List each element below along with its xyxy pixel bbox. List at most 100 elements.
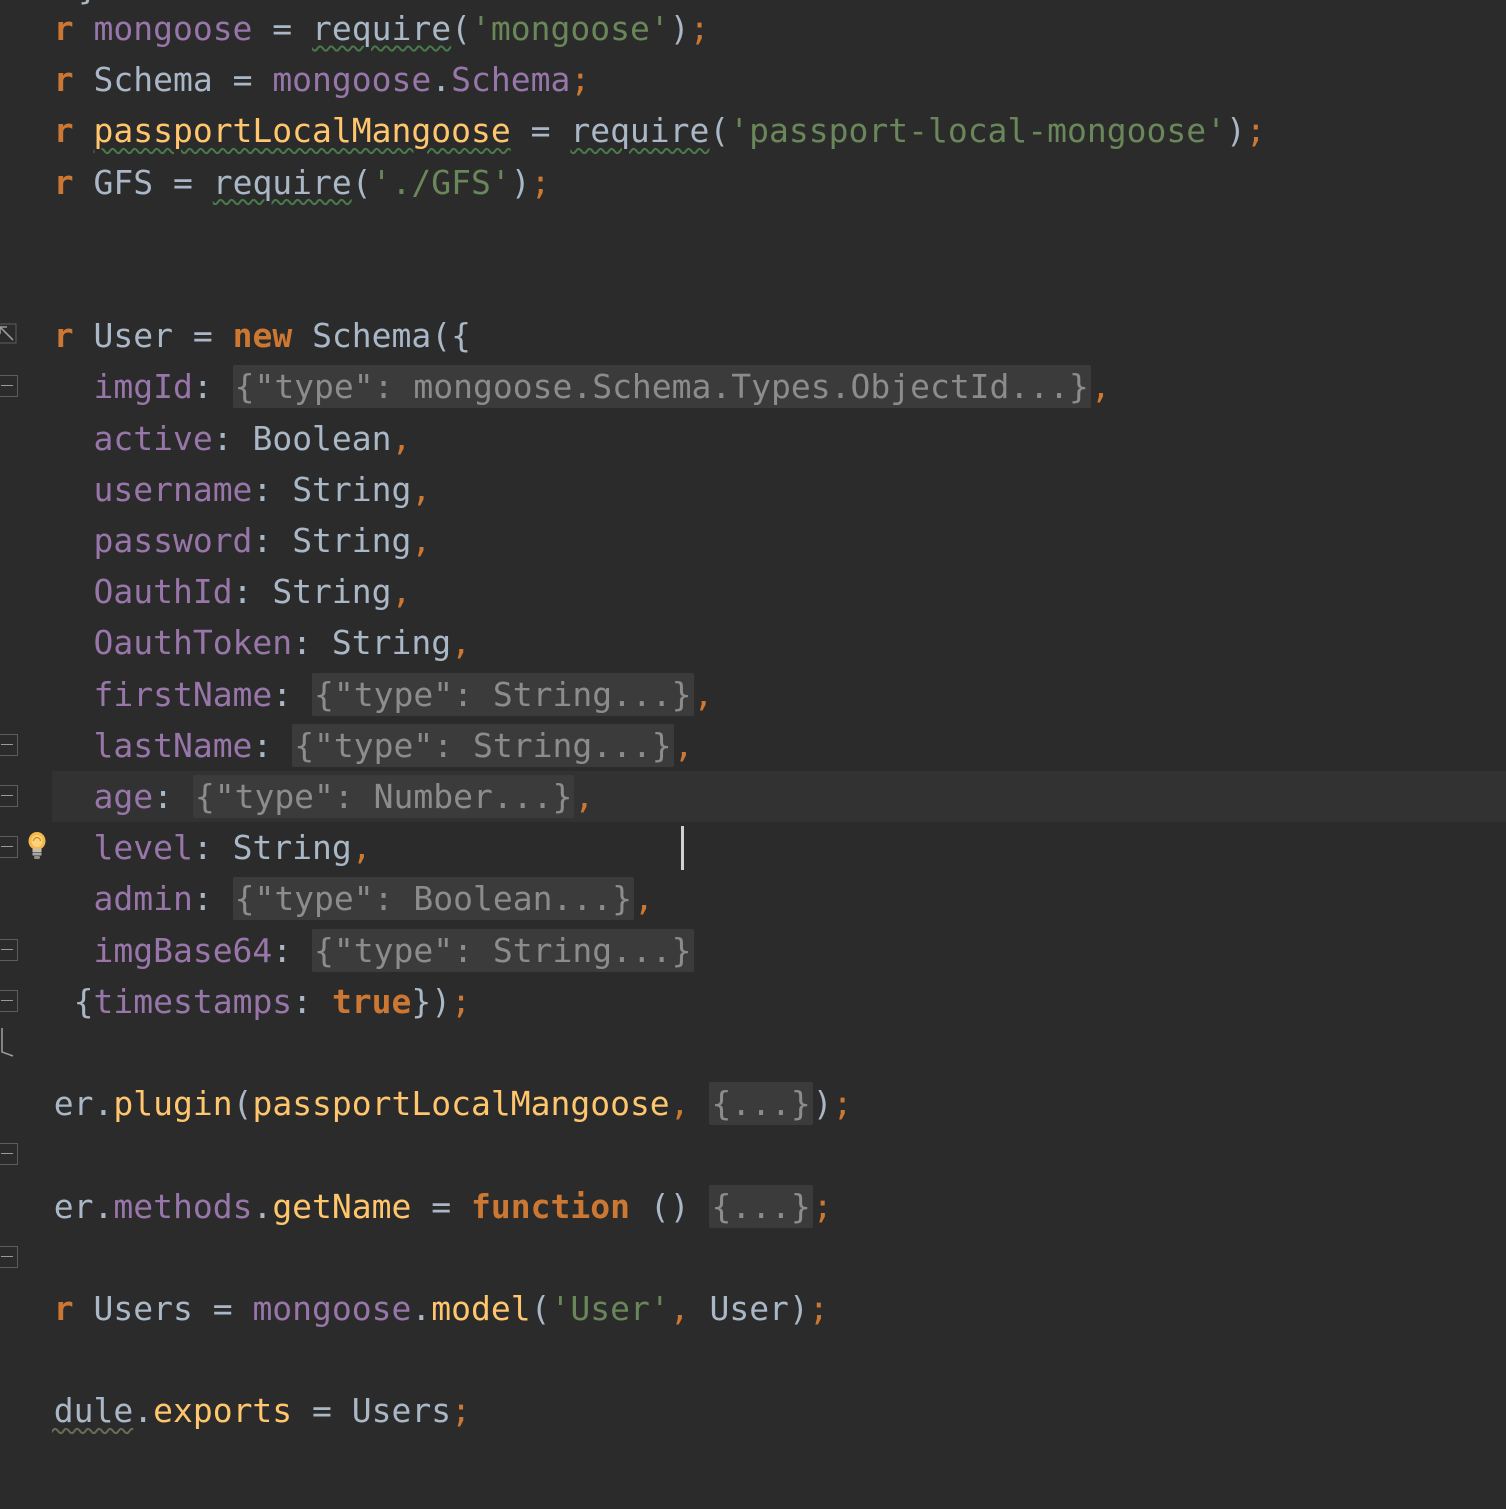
token-punct: [74, 111, 94, 150]
fold-region-end-icon[interactable]: [0, 1026, 17, 1057]
token-kw: function: [471, 1186, 630, 1226]
code-line-field-age[interactable]: age: {"type": Number...},: [0, 771, 1506, 822]
token-ident: require: [570, 111, 710, 151]
token-ident: Schema: [93, 60, 213, 100]
text-caret: [681, 826, 684, 871]
token-str: 'mongoose': [471, 9, 670, 48]
code-editor[interactable]: } var mongoose = require('mongoose');var…: [0, 0, 1506, 1509]
code-line-schema-close-timestamps[interactable]: }, {timestamps: true});: [0, 976, 1506, 1027]
token-kw: true: [331, 981, 412, 1021]
code-line-blank-6[interactable]: [0, 1334, 1506, 1385]
code-line-text: var GFS = require('./GFS');: [0, 157, 550, 208]
token-str: 'User': [550, 1289, 670, 1328]
code-line-field-imgbase64[interactable]: imgBase64: {"type": String...}: [0, 925, 1506, 976]
token-folded: {...}: [709, 1082, 813, 1126]
code-line-field-admin[interactable]: admin: {"type": Boolean...},: [0, 873, 1506, 924]
token-punct: [690, 1187, 710, 1226]
editor-gutter[interactable]: [0, 0, 52, 1509]
code-line-field-username[interactable]: username: String,: [0, 464, 1506, 515]
token-func: plugin: [113, 1084, 233, 1124]
fold-collapse-icon[interactable]: [0, 1245, 18, 1268]
token-punct: :: [292, 981, 332, 1021]
code-line-require-mongoose[interactable]: var mongoose = require('mongoose');: [0, 3, 1506, 54]
token-comma: ,: [1090, 367, 1111, 407]
fold-collapse-icon[interactable]: [0, 938, 18, 961]
token-punct: =: [292, 1391, 352, 1431]
code-line-module-exports[interactable]: module.exports = Users;: [0, 1385, 1506, 1436]
token-paren: (: [530, 1289, 551, 1328]
fold-collapse-icon[interactable]: [0, 1143, 18, 1166]
token-semi: ;: [689, 9, 710, 48]
code-line-blank-4[interactable]: [0, 1129, 1506, 1180]
code-line-field-password[interactable]: password: String,: [0, 515, 1506, 566]
code-line-field-level[interactable]: level: String,: [0, 822, 1506, 873]
code-line-user-plugin[interactable]: User.plugin(passportLocalMangoose, {...}…: [0, 1078, 1506, 1129]
token-semi: ;: [570, 60, 591, 100]
token-prop: password: [93, 521, 253, 560]
code-line-require-passport-local-mongoose[interactable]: var passportLocalMangoose = require('pas…: [0, 105, 1506, 156]
token-ident: Schema: [312, 316, 432, 356]
token-punct: :: [272, 674, 313, 714]
token-ident: String: [272, 572, 392, 612]
code-line-var-schema[interactable]: var Schema = mongoose.Schema;: [0, 54, 1506, 105]
token-prop: lastName: [93, 725, 253, 765]
code-line-field-oauthtoken[interactable]: OauthToken: String,: [0, 617, 1506, 668]
token-semi: ;: [808, 1289, 829, 1328]
code-line-blank-1[interactable]: [0, 208, 1506, 259]
token-paren: (: [709, 111, 730, 151]
code-line-field-active[interactable]: active: Boolean,: [0, 413, 1506, 464]
token-prop: admin: [93, 879, 193, 919]
code-line-text: imgBase64: {"type": String...}: [0, 925, 694, 976]
lightbulb-icon[interactable]: [24, 830, 50, 860]
token-punct: :: [252, 469, 293, 509]
fold-collapse-icon[interactable]: [0, 375, 18, 398]
code-line-require-gfs[interactable]: var GFS = require('./GFS');: [0, 157, 1506, 208]
fold-collapse-icon[interactable]: [0, 785, 18, 807]
code-line-blank-3[interactable]: [0, 1027, 1506, 1078]
token-comma: ,: [673, 725, 694, 765]
token-comma: ,: [574, 777, 595, 816]
fold-collapse-icon[interactable]: [0, 989, 18, 1012]
token-punct: .: [93, 1186, 114, 1226]
code-content[interactable]: var mongoose = require('mongoose');var S…: [0, 0, 1506, 1509]
code-line-blank-5[interactable]: [0, 1232, 1506, 1283]
token-paren: ): [669, 9, 690, 48]
fold-collapse-icon[interactable]: [0, 836, 18, 859]
code-line-var-user-new-schema[interactable]: var User = new Schema({: [0, 310, 1506, 361]
code-line-text: var mongoose = require('mongoose');: [0, 3, 709, 54]
token-prop: methods: [113, 1186, 253, 1226]
token-ident: Users: [93, 1289, 193, 1328]
token-folded: {"type": Number...}: [192, 775, 575, 818]
code-line-text: var Users = mongoose.model('User', User)…: [0, 1283, 829, 1334]
code-line-field-lastname[interactable]: lastName: {"type": String...},: [0, 720, 1506, 771]
token-punct: [74, 316, 94, 355]
token-folded: {"type": Boolean...}: [232, 877, 634, 921]
token-folded: {"type": String...}: [312, 672, 694, 716]
token-paren: (: [351, 162, 372, 202]
code-line-field-firstname[interactable]: firstName: {"type": String...},: [0, 669, 1506, 720]
code-line-text: }, {timestamps: true});: [0, 976, 471, 1027]
code-line-text: active: Boolean,: [0, 413, 411, 464]
token-paren: ): [812, 1084, 833, 1124]
token-punct: :: [292, 623, 332, 663]
fold-collapse-icon[interactable]: [0, 733, 18, 756]
token-paren: ({: [431, 316, 472, 356]
token-folded: {...}: [709, 1184, 813, 1228]
code-line-text: level: String,: [0, 822, 371, 873]
code-line-field-imgid[interactable]: imgId: {"type": mongoose.Schema.Types.Ob…: [0, 361, 1506, 412]
token-paren: ): [1225, 111, 1246, 151]
code-line-field-oauthid[interactable]: OauthId: String,: [0, 566, 1506, 617]
code-line-var-users-model[interactable]: var Users = mongoose.model('User', User)…: [0, 1283, 1506, 1334]
token-str: 'passport-local-mongoose': [729, 111, 1226, 151]
token-punct: [690, 1084, 710, 1123]
token-punct: =: [172, 316, 233, 356]
token-prop: OauthToken: [93, 623, 293, 663]
token-punct: [74, 1289, 94, 1328]
code-line-blank-2[interactable]: [0, 259, 1506, 310]
token-ident: String: [331, 623, 452, 663]
code-line-user-methods-getname[interactable]: User.methods.getName = function () {...}…: [0, 1181, 1506, 1232]
token-semi: ;: [832, 1084, 853, 1124]
fold-expand-chevron-icon[interactable]: [0, 322, 17, 344]
token-punct: .: [252, 1186, 273, 1226]
token-punct: =: [153, 162, 213, 202]
